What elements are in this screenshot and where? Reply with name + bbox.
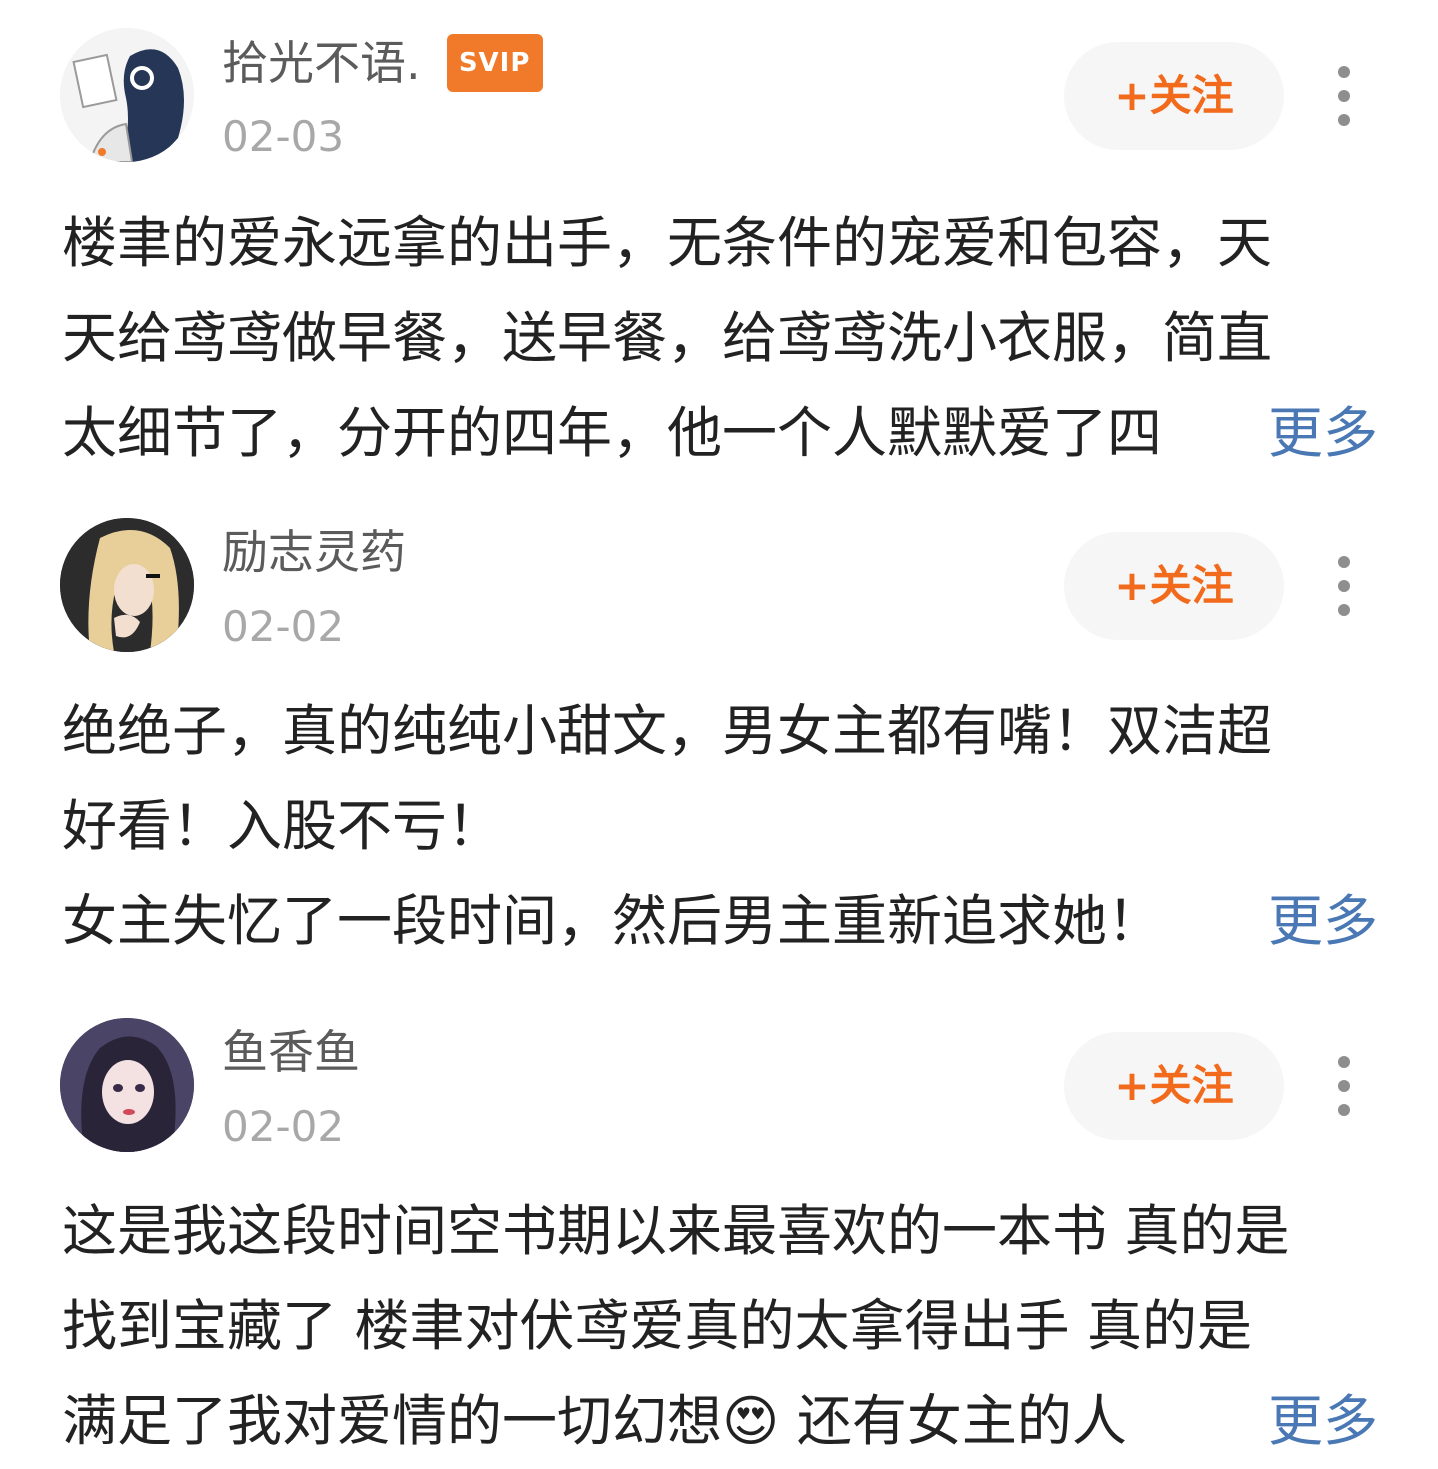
comment-line: 女主失忆了一段时间，然后男主重新追求她！: [62, 874, 1232, 969]
avatar[interactable]: [60, 1018, 194, 1152]
comment-body: 绝绝子，真的纯纯小甜文，男女主都有嘴！双洁超 好看！入股不亏！ 女主失忆了一段时…: [62, 684, 1378, 969]
username-text: 励志灵药: [222, 525, 406, 579]
more-link[interactable]: 更多: [1268, 386, 1378, 481]
avatar-blonde-girl-icon: [60, 518, 194, 652]
comment-date: 02-02: [222, 1102, 345, 1151]
avatar[interactable]: [60, 28, 194, 162]
more-vertical-icon[interactable]: [1326, 552, 1362, 620]
comment-line: 太细节了，分开的四年，他一个人默默爱了四: [62, 386, 1232, 481]
comment-date: 02-02: [222, 602, 345, 651]
comment-line: 这是我这段时间空书期以来最喜欢的一本书 真的是: [62, 1199, 1290, 1263]
comment-date: 02-03: [222, 112, 345, 161]
comment-line: 楼聿的爱永远拿的出手，无条件的宠爱和包容，天: [62, 211, 1273, 275]
more-link[interactable]: 更多: [1268, 874, 1378, 969]
comment-line: 天给鸢鸢做早餐，送早餐，给鸢鸢洗小衣服，简直: [62, 306, 1273, 370]
more-link[interactable]: 更多: [1268, 1374, 1378, 1469]
comment-line: 绝绝子，真的纯纯小甜文，男女主都有嘴！双洁超: [62, 699, 1273, 763]
comment-line: 满足了我对爱情的一切幻想😍 还有女主的人: [62, 1374, 1232, 1469]
follow-button[interactable]: +关注: [1064, 42, 1284, 150]
avatar[interactable]: [60, 518, 194, 652]
more-vertical-icon[interactable]: [1326, 1052, 1362, 1120]
more-vertical-icon[interactable]: [1326, 62, 1362, 130]
comment-line: 找到宝藏了 楼聿对伏鸢爱真的太拿得出手 真的是: [62, 1294, 1252, 1358]
username[interactable]: 励志灵药: [222, 524, 406, 580]
avatar-anime-girl-icon: [60, 1018, 194, 1152]
username-text: 鱼香鱼: [222, 1025, 360, 1079]
username[interactable]: 鱼香鱼: [222, 1024, 360, 1080]
username-text: 拾光不语.: [222, 36, 421, 90]
svip-badge: SVIP: [446, 34, 543, 92]
follow-button[interactable]: +关注: [1064, 532, 1284, 640]
comment-body: 这是我这段时间空书期以来最喜欢的一本书 真的是 找到宝藏了 楼聿对伏鸢爱真的太拿…: [62, 1184, 1378, 1469]
follow-button[interactable]: +关注: [1064, 1032, 1284, 1140]
username[interactable]: 拾光不语. SVIP: [222, 34, 543, 92]
comment-body: 楼聿的爱永远拿的出手，无条件的宠爱和包容，天 天给鸢鸢做早餐，送早餐，给鸢鸢洗小…: [62, 196, 1378, 481]
comment-line: 好看！入股不亏！: [62, 794, 503, 858]
avatar-girl-headphones-icon: [60, 28, 194, 162]
